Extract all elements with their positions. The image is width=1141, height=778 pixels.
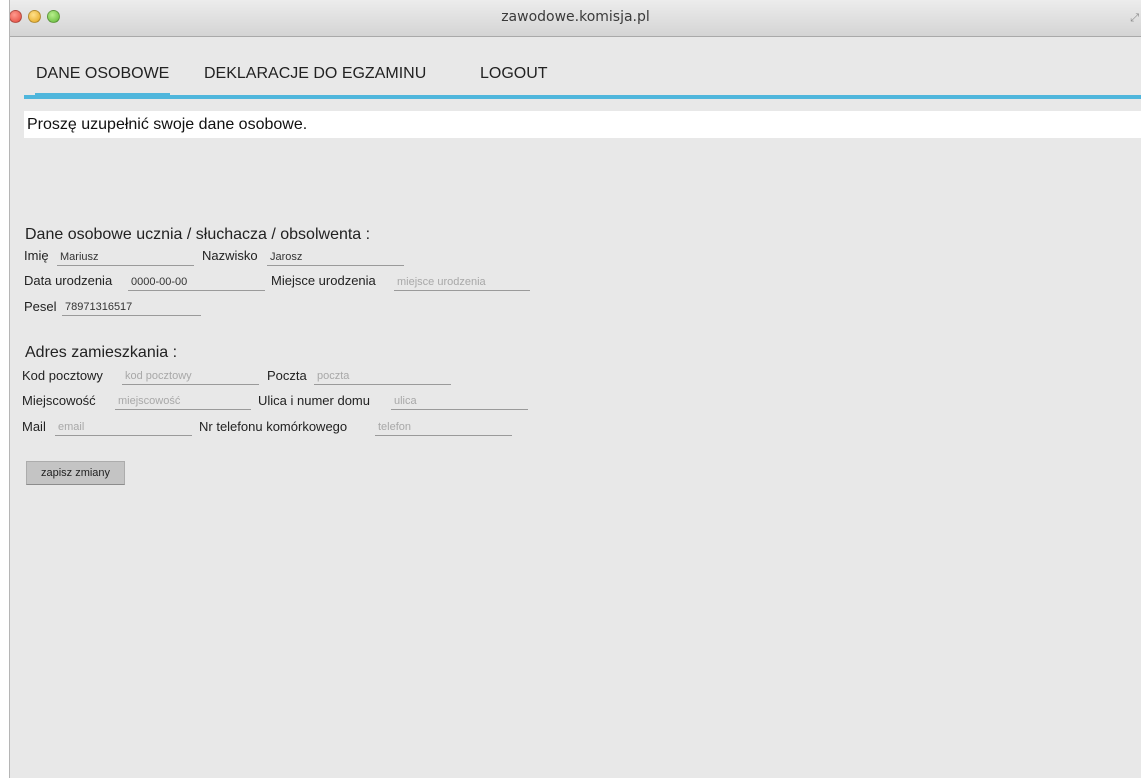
- kod-pocztowy-label: Kod pocztowy: [22, 368, 103, 383]
- fullscreen-icon[interactable]: ⤢: [1130, 12, 1139, 25]
- imie-field[interactable]: [57, 249, 194, 266]
- window-title: zawodowe.komisja.pl: [501, 9, 650, 25]
- nav-dane-osobowe[interactable]: DANE OSOBOWE: [34, 63, 171, 99]
- kod-pocztowy-field[interactable]: [122, 368, 259, 385]
- pesel-field[interactable]: [62, 299, 201, 316]
- notice-banner: Proszę uzupełnić swoje dane osobowe.: [24, 111, 1141, 138]
- ulica-field[interactable]: [391, 393, 528, 410]
- nazwisko-field[interactable]: [267, 249, 404, 266]
- telefon-label: Nr telefonu komórkowego: [199, 419, 348, 434]
- miejsce-urodzenia-field[interactable]: [394, 274, 530, 291]
- poczta-label: Poczta: [267, 368, 307, 383]
- data-urodzenia-label: Data urodzenia: [24, 273, 113, 288]
- ulica-label: Ulica i numer domu: [258, 393, 370, 408]
- browser-window: zawodowe.komisja.pl ⤢ DANE OSOBOWE DEKLA…: [9, 0, 1141, 778]
- nav-deklaracje[interactable]: DEKLARACJE DO EGZAMINU: [204, 63, 426, 95]
- data-urodzenia-field[interactable]: [128, 274, 265, 291]
- nazwisko-label: Nazwisko: [202, 248, 258, 263]
- pesel-label: Pesel: [24, 299, 57, 314]
- address-heading: Adres zamieszkania :: [25, 344, 178, 361]
- poczta-field[interactable]: [314, 368, 451, 385]
- miejscowosc-field[interactable]: [115, 393, 251, 410]
- mail-field[interactable]: [55, 419, 192, 436]
- telefon-field[interactable]: [375, 419, 512, 436]
- nav-logout[interactable]: LOGOUT: [480, 63, 548, 95]
- mail-label: Mail: [22, 419, 46, 434]
- save-changes-button[interactable]: zapisz zmiany: [26, 461, 125, 485]
- main-nav: DANE OSOBOWE DEKLARACJE DO EGZAMINU LOGO…: [24, 63, 1141, 99]
- miejsce-urodzenia-label: Miejsce urodzenia: [271, 273, 376, 288]
- title-bar: zawodowe.komisja.pl ⤢: [10, 0, 1141, 37]
- imie-label: Imię: [24, 248, 49, 263]
- miejscowosc-label: Miejscowość: [22, 393, 96, 408]
- personal-heading: Dane osobowe ucznia / słuchacza / obsolw…: [25, 226, 371, 243]
